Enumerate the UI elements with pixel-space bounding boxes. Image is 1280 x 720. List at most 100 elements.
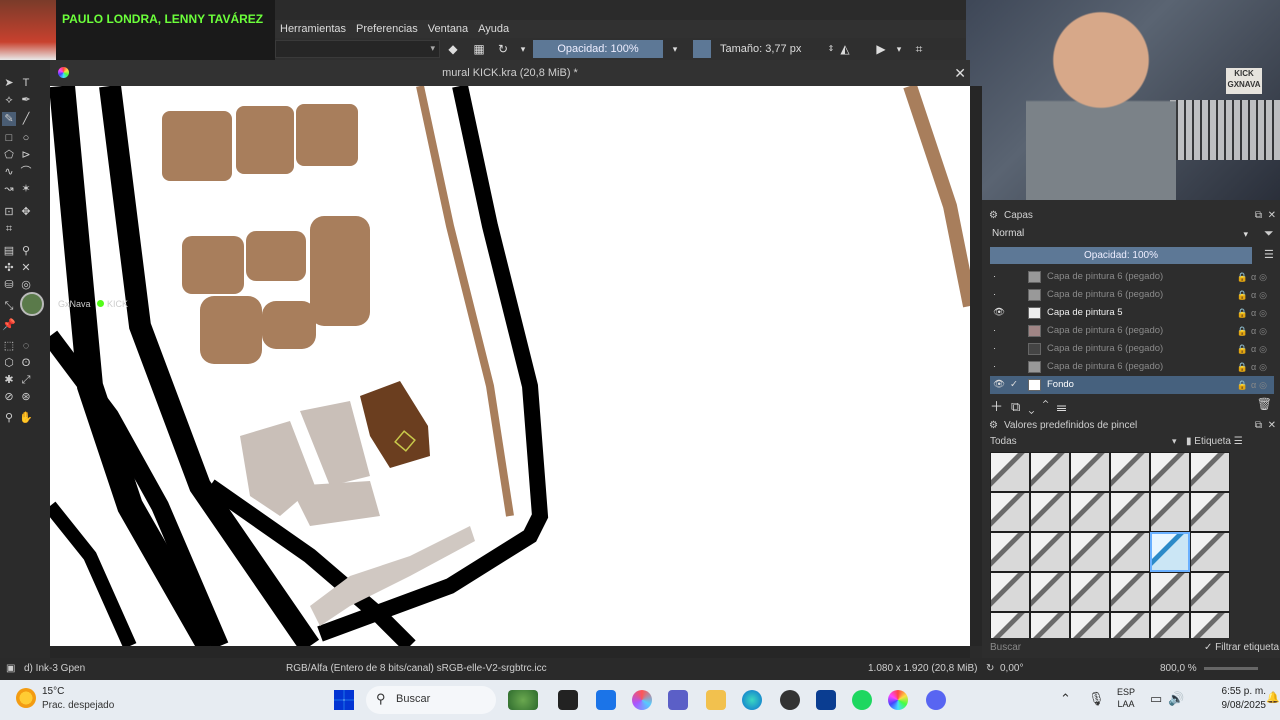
opacity-slider[interactable]: Opacidad: 100% [533,40,663,58]
zoom-slider[interactable] [1204,667,1258,670]
eye-icon[interactable]: 👁 [993,376,1005,394]
crop-tool-icon[interactable]: ⌗ [2,222,16,236]
brush-preset[interactable] [1070,452,1110,492]
float-icon[interactable]: ⧉ [1255,418,1262,434]
eraser-icon[interactable]: ◆ [445,41,461,57]
game-app-icon[interactable] [508,690,538,710]
pan-tool-icon[interactable]: ✋ [19,411,33,425]
brush-preset[interactable] [1070,532,1110,572]
store-app-icon[interactable] [596,690,616,710]
rotation-value[interactable]: 0,00° [1000,663,1023,674]
bezier-tool-icon[interactable]: ∿ [2,165,16,179]
brush-preset[interactable] [990,572,1030,612]
layer-lock-icons[interactable]: 🔒α◎ [1237,286,1270,304]
close-icon[interactable]: ✕ [954,60,966,86]
layer-row-selected[interactable]: 👁 ✓ Fondo 🔒α◎ [990,376,1274,394]
menu-herramientas[interactable]: Herramientas [280,23,346,35]
workspace-dropdown[interactable]: ▾ [275,40,440,58]
color-swatch[interactable] [693,40,711,58]
polygon-select-icon[interactable]: ⬡ [2,356,16,370]
zoom-tool-icon[interactable]: ⚲ [2,411,16,425]
layer-row[interactable]: · Capa de pintura 6 (pegado) 🔒α◎ [990,340,1274,358]
add-layer-icon[interactable]: ＋ [990,399,1011,414]
brush-preset[interactable] [1110,532,1150,572]
menu-ayuda[interactable]: Ayuda [478,23,509,35]
clock-date[interactable]: 9/08/2025 [1190,700,1267,711]
reload-icon[interactable]: ↻ [495,41,511,57]
blend-mode-select[interactable]: Normal ▾ [988,226,1252,242]
chevron-down-icon[interactable]: ▾ [515,41,531,57]
microphone-icon[interactable]: 🎙 [1088,691,1105,707]
layer-row[interactable]: · Capa de pintura 6 (pegado) 🔒α◎ [990,286,1274,304]
chevron-down-icon[interactable]: ▾ [891,41,907,57]
rect-select-icon[interactable]: ⬚ [2,339,16,353]
dynamic-brush-icon[interactable]: ↝ [2,182,16,196]
bezier-select-icon[interactable]: ⊘ [2,390,16,404]
layer-row[interactable]: · Capa de pintura 6 (pegado) 🔒α◎ [990,358,1274,376]
brush-preset[interactable] [1030,452,1070,492]
move-tool-icon[interactable]: ✥ [19,205,33,219]
layer-lock-icons[interactable]: 🔒α◎ [1237,340,1270,358]
visibility-off-icon[interactable]: · [993,286,1003,304]
text-tool-icon[interactable]: T [19,76,33,90]
multibrush-icon[interactable]: ✶ [19,182,33,196]
terminal-app-icon[interactable] [558,690,578,710]
fill-tool-icon[interactable]: ⛁ [2,278,16,292]
brush-preset[interactable] [1030,612,1070,638]
polygon-tool-icon[interactable]: ⬠ [2,148,16,162]
line-tool-icon[interactable]: ╱ [19,112,33,126]
layer-row[interactable]: · Capa de pintura 6 (pegado) 🔒α◎ [990,268,1274,286]
layer-opacity-slider[interactable]: Opacidad: 100% [990,247,1252,264]
zoom-value[interactable]: 800,0 % [1160,663,1197,674]
move-down-icon[interactable]: ⌄ [1028,399,1042,414]
visibility-off-icon[interactable]: · [993,322,1003,340]
layer-row[interactable]: 👁 Capa de pintura 5 🔒α◎ [990,304,1274,322]
gear-icon[interactable]: ⚙ [989,208,998,224]
brush-preset[interactable] [1190,492,1230,532]
freehand-brush-icon[interactable]: ✎ [2,112,16,126]
volume-icon[interactable]: 🔊 [1168,691,1184,707]
brush-preset[interactable] [1030,492,1070,532]
layer-lock-icons[interactable]: 🔒α◎ [1237,376,1270,394]
mirror-horizontal-icon[interactable]: ◭ [837,41,853,57]
color-picker-icon[interactable]: ⚲ [19,244,33,258]
ellipse-select-icon[interactable]: ◌ [19,339,33,353]
close-icon[interactable]: ✕ [1268,208,1276,224]
windows-start-icon[interactable] [334,690,354,710]
size-slider[interactable]: Tamaño: 3,77 px [715,40,827,58]
krita-app-icon[interactable] [888,690,908,710]
brush-preset[interactable] [990,612,1030,638]
clock-time[interactable]: 6:55 p. m. [1190,686,1266,697]
brush-preset[interactable] [1190,572,1230,612]
layer-properties-icon[interactable]: ☰ [1057,399,1075,414]
discord-app-icon[interactable] [926,690,946,710]
edge-browser-icon[interactable] [742,690,762,710]
brush-preset[interactable] [1110,572,1150,612]
edit-shapes-icon[interactable]: ⟡ [2,93,16,107]
brush-preset[interactable] [1110,612,1150,638]
freehand-select-icon[interactable]: ʘ [19,356,33,370]
mirror-vertical-icon[interactable]: ▶ [873,41,889,57]
close-icon[interactable]: ✕ [1268,418,1276,434]
crop-icon[interactable]: ⌗ [911,41,927,57]
brush-preset[interactable] [990,452,1030,492]
freehand-path-icon[interactable]: ⌒ [19,165,33,179]
brush-preset[interactable] [990,492,1030,532]
contiguous-select-icon[interactable]: ✱ [2,373,16,387]
transform-tool-icon[interactable]: ⊡ [2,205,16,219]
menu-icon[interactable]: ☰ [1264,248,1274,261]
visibility-off-icon[interactable]: · [993,358,1003,376]
enclose-fill-icon[interactable]: ◎ [19,278,33,292]
layer-lock-icons[interactable]: 🔒α◎ [1237,358,1270,376]
brush-preset[interactable] [1070,572,1110,612]
brush-preset[interactable] [1110,492,1150,532]
brush-preset[interactable] [1030,572,1070,612]
copilot-app-icon[interactable] [632,690,652,710]
chevron-up-icon[interactable]: ⌃ [1060,691,1071,707]
chevron-down-icon[interactable]: ▾ [667,41,683,57]
notification-bell-icon[interactable]: 🔔 [1266,691,1280,704]
brush-preset[interactable] [1150,532,1190,572]
brush-preset[interactable] [1150,452,1190,492]
move-up-icon[interactable]: ⌃ [1042,399,1056,414]
measure-tool-icon[interactable]: ⤡ [2,299,16,313]
